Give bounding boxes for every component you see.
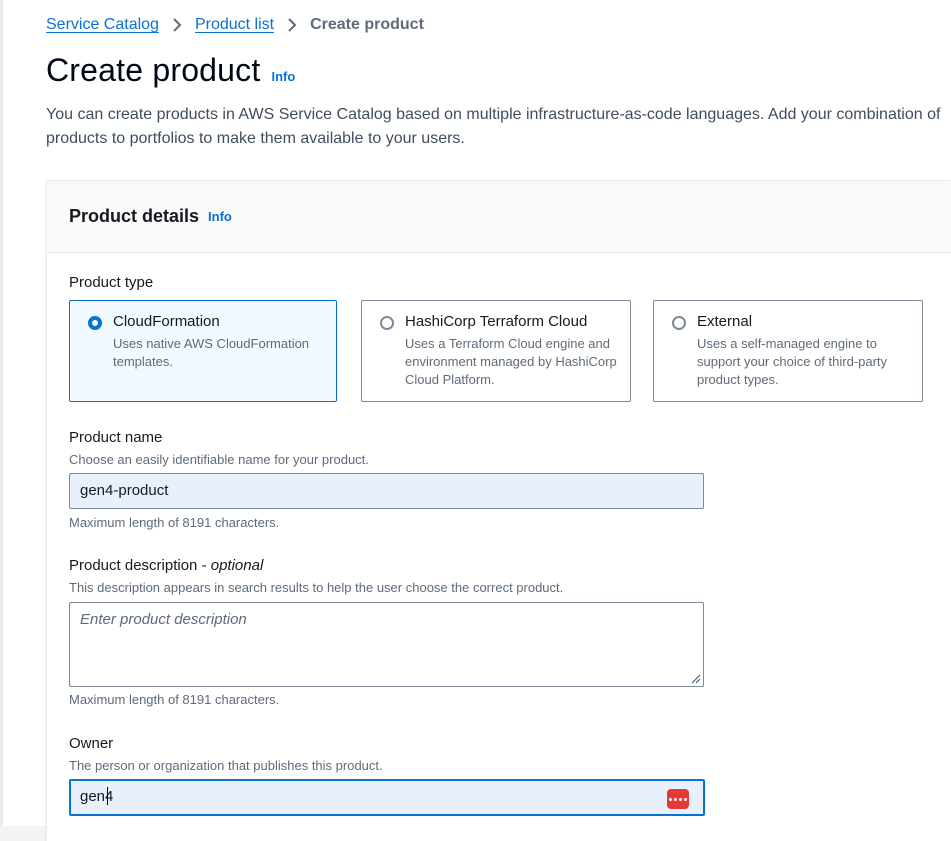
panel-header: Product details Info: [47, 181, 951, 253]
tile-description: Uses native AWS CloudFormation templates…: [113, 336, 310, 369]
tile-description: Uses a self-managed engine to support yo…: [697, 336, 888, 387]
password-manager-icon[interactable]: [667, 789, 689, 809]
product-name-description: Choose an easily identifiable name for y…: [69, 452, 369, 467]
text-caret: [107, 787, 108, 805]
chevron-right-icon: [171, 16, 183, 34]
product-description-label-text: Product description -: [69, 557, 211, 574]
breadcrumb: Service Catalog Product list Create prod…: [46, 16, 424, 34]
page: Service Catalog Product list Create prod…: [0, 0, 951, 841]
owner-label: Owner: [69, 735, 114, 752]
page-title: Create product: [46, 52, 261, 88]
product-name-label: Product name: [69, 429, 163, 446]
product-name-input[interactable]: gen4-product: [69, 473, 704, 509]
left-edge-divider: [0, 0, 3, 826]
panel-title: Product details: [69, 206, 200, 226]
chevron-right-icon: [286, 16, 298, 34]
product-type-label: Product type: [69, 274, 154, 291]
product-description-placeholder: Enter product description: [80, 611, 247, 628]
tile-title: External: [697, 313, 753, 330]
tile-title: HashiCorp Terraform Cloud: [405, 313, 588, 330]
page-description: You can create products in AWS Service C…: [46, 103, 951, 151]
owner-input[interactable]: gen4: [69, 779, 705, 816]
product-name-constraint: Maximum length of 8191 characters.: [69, 515, 280, 530]
radio-unselected-icon[interactable]: [380, 316, 394, 330]
product-description-label: Product description - optional: [69, 557, 263, 574]
breadcrumb-current: Create product: [310, 16, 424, 33]
product-details-panel: Product details Info: [46, 180, 951, 841]
product-description-textarea[interactable]: Enter product description: [69, 602, 704, 687]
breadcrumb-product-list[interactable]: Product list: [195, 16, 274, 34]
tile-description: Uses a Terraform Cloud engine and enviro…: [405, 336, 617, 387]
page-description-line-1: You can create products in AWS Service C…: [46, 106, 941, 123]
page-info-link[interactable]: Info: [271, 69, 295, 84]
tile-terraform-cloud[interactable]: HashiCorp Terraform Cloud Uses a Terrafo…: [361, 300, 631, 402]
product-name-value: gen4-product: [80, 482, 169, 499]
optional-label: optional: [210, 557, 264, 574]
page-header: Create product Info: [46, 52, 295, 89]
product-description-constraint: Maximum length of 8191 characters.: [69, 692, 280, 707]
owner-value: gen4: [80, 788, 114, 805]
owner-description: The person or organization that publishe…: [69, 758, 383, 773]
resize-grip-icon[interactable]: [691, 674, 701, 684]
radio-selected-icon[interactable]: [88, 316, 102, 330]
panel-info-link[interactable]: Info: [208, 209, 232, 224]
tile-cloudformation[interactable]: CloudFormation Uses native AWS CloudForm…: [69, 300, 337, 402]
page-description-line-2: products to portfolios to make them avai…: [46, 130, 465, 147]
tile-external[interactable]: External Uses a self-managed engine to s…: [653, 300, 923, 402]
tile-title: CloudFormation: [113, 313, 220, 330]
breadcrumb-service-catalog[interactable]: Service Catalog: [46, 16, 159, 34]
radio-unselected-icon[interactable]: [672, 316, 686, 330]
product-description-help: This description appears in search resul…: [69, 580, 564, 595]
